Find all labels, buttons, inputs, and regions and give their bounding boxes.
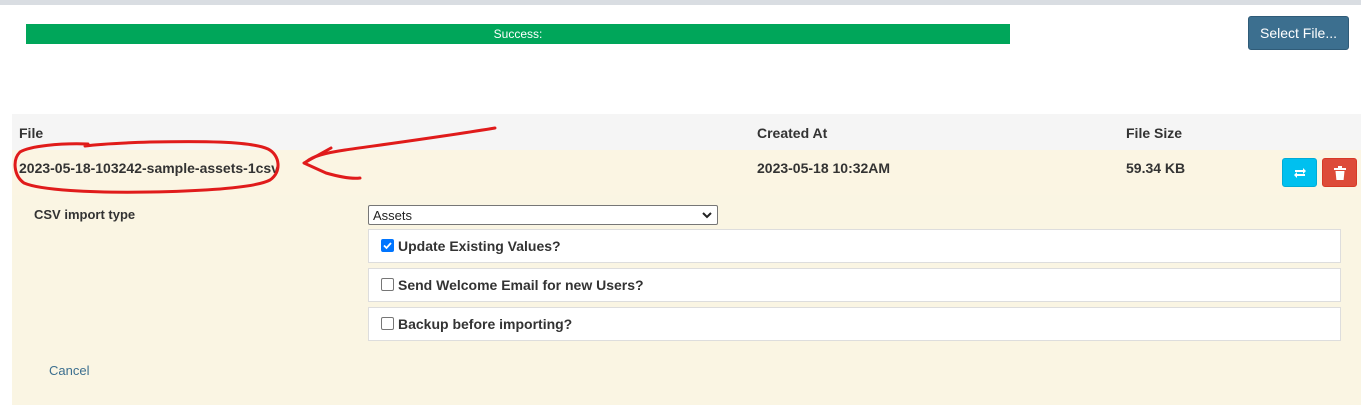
csv-import-type-value: Assets [373, 207, 413, 223]
update-existing-checkbox[interactable] [381, 239, 394, 252]
cancel-link[interactable]: Cancel [49, 363, 89, 378]
header-created-at: Created At [757, 125, 828, 141]
refresh-icon [1293, 167, 1306, 178]
top-border [0, 0, 1361, 5]
option-send-welcome-email: Send Welcome Email for new Users? [368, 268, 1341, 302]
backup-before-import-checkbox[interactable] [381, 317, 394, 330]
table-row: 2023-05-18-103242-sample-assets-1csv 202… [12, 150, 1361, 195]
select-file-button[interactable]: Select File... [1248, 16, 1349, 50]
csv-import-type-label: CSV import type [34, 207, 136, 222]
header-file: File [19, 125, 44, 141]
update-existing-label[interactable]: Update Existing Values? [398, 238, 561, 254]
send-welcome-email-checkbox[interactable] [381, 278, 394, 291]
progress-label: Success: [493, 27, 543, 41]
csv-import-type-select[interactable]: Assets [368, 205, 718, 225]
import-options-panel: CSV import type Assets Update Existing V… [12, 195, 1361, 405]
trash-icon [1333, 165, 1346, 180]
send-welcome-email-label[interactable]: Send Welcome Email for new Users? [398, 277, 644, 293]
table-header: File Created At File Size [12, 114, 1361, 150]
file-name: 2023-05-18-103242-sample-assets-1csv [19, 160, 279, 176]
created-at-value: 2023-05-18 10:32AM [757, 160, 891, 176]
upload-progress-bar: Success: [26, 24, 1010, 44]
option-backup-before-import: Backup before importing? [368, 307, 1341, 341]
option-update-existing: Update Existing Values? [368, 229, 1341, 263]
file-size-value: 59.34 KB [1126, 160, 1186, 176]
check-icon [383, 242, 392, 250]
backup-before-import-label[interactable]: Backup before importing? [398, 316, 572, 332]
files-table: File Created At File Size 2023-05-18-103… [12, 114, 1361, 405]
chevron-down-icon [702, 212, 712, 219]
select-file-label: Select File... [1259, 25, 1338, 41]
process-import-button[interactable] [1282, 158, 1317, 187]
delete-file-button[interactable] [1322, 158, 1357, 187]
header-file-size: File Size [1126, 125, 1183, 141]
